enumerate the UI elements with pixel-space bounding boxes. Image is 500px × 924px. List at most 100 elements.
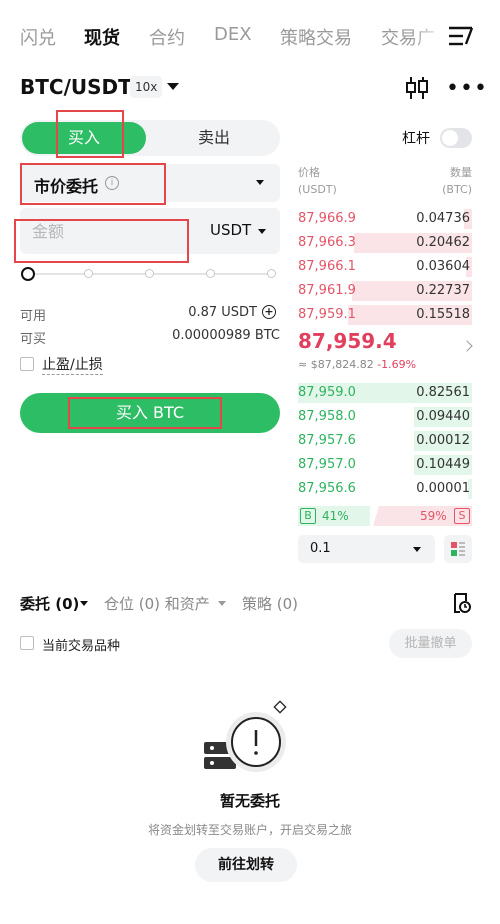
order-type-label: 市价委托 bbox=[34, 177, 99, 196]
margin-label: 杠杆 bbox=[402, 131, 430, 147]
ask-row[interactable]: 87,966.9 0.04736 bbox=[298, 207, 472, 231]
bid-price: 87,958.0 bbox=[298, 409, 356, 424]
ask-qty: 0.22737 bbox=[416, 283, 470, 298]
bid-row[interactable]: 87,958.0 0.09440 bbox=[298, 405, 472, 429]
ask-price: 87,966.1 bbox=[298, 259, 356, 274]
slider-stop-25[interactable] bbox=[84, 269, 93, 278]
last-price: 87,959.4 bbox=[298, 329, 397, 353]
bid-price: 87,957.0 bbox=[298, 457, 356, 472]
ask-qty: 0.03604 bbox=[416, 259, 470, 274]
tab-dex[interactable]: DEX bbox=[214, 24, 252, 45]
bid-qty: 0.09440 bbox=[416, 409, 470, 424]
ask-row[interactable]: 87,961.9 0.22737 bbox=[298, 279, 472, 303]
bid-row[interactable]: 87,956.6 0.00001 bbox=[298, 477, 472, 501]
tab-fade bbox=[410, 14, 450, 54]
tab-futures[interactable]: 合约 bbox=[149, 24, 185, 50]
chevron-down-icon[interactable] bbox=[167, 83, 179, 90]
menu-lines-icon[interactable] bbox=[446, 22, 476, 50]
bid-row[interactable]: 87,959.0 0.82561 bbox=[298, 381, 472, 405]
buy-sell-switch: 买入 卖出 bbox=[20, 120, 280, 156]
ask-row[interactable]: 87,966.3 0.20462 bbox=[298, 231, 472, 255]
amount-unit-select[interactable]: USDT bbox=[210, 221, 251, 239]
price-header-label: 价格 bbox=[298, 166, 320, 179]
ask-price: 87,966.3 bbox=[298, 235, 356, 250]
order-type-select[interactable]: 市价委托 i bbox=[20, 164, 280, 202]
ask-qty: 0.04736 bbox=[416, 211, 470, 226]
candlestick-icon[interactable] bbox=[404, 75, 430, 101]
bid-qty: 0.00001 bbox=[416, 481, 470, 496]
slider-stop-100[interactable] bbox=[267, 269, 276, 278]
current-pair-checkbox[interactable] bbox=[20, 636, 34, 650]
empty-subtitle: 将资金划转至交易账户，开启交易之旅 bbox=[147, 823, 352, 837]
tab-spot[interactable]: 现货 bbox=[84, 24, 120, 50]
tab-positions-assets[interactable]: 仓位 (0) 和资产 bbox=[104, 593, 210, 614]
margin-toggle[interactable] bbox=[440, 128, 472, 148]
leverage-badge: 10x bbox=[130, 76, 163, 98]
buyable-label: 可买 bbox=[20, 332, 47, 347]
transfer-button[interactable]: 前往划转 bbox=[195, 848, 297, 882]
tab-strategy[interactable]: 策略 (0) bbox=[242, 593, 298, 614]
qty-header-unit: (BTC) bbox=[442, 183, 472, 196]
ask-price: 87,961.9 bbox=[298, 283, 356, 298]
bid-qty: 0.82561 bbox=[416, 385, 470, 400]
pair-bar: BTC/USDT 10x ••• bbox=[0, 72, 500, 106]
bid-qty: 0.00012 bbox=[416, 433, 470, 448]
price-header: 价格 (USDT) bbox=[298, 164, 337, 198]
buy-tag: B bbox=[300, 508, 316, 524]
available-value: 0.87 USDT bbox=[188, 305, 257, 320]
plus-circle-icon[interactable]: + bbox=[262, 305, 276, 319]
last-price-usd: ≈ $87,824.82 bbox=[298, 358, 374, 371]
sell-tab[interactable]: 卖出 bbox=[150, 122, 278, 154]
chevron-down-icon[interactable] bbox=[218, 601, 226, 606]
ask-row[interactable]: 87,966.1 0.03604 bbox=[298, 255, 472, 279]
bid-row[interactable]: 87,957.0 0.10449 bbox=[298, 453, 472, 477]
amount-field: USDT bbox=[20, 208, 280, 254]
sell-tag: S bbox=[454, 508, 470, 524]
chevron-down-icon bbox=[413, 547, 421, 552]
slider-stop-75[interactable] bbox=[206, 269, 215, 278]
empty-title: 暂无委托 bbox=[219, 792, 280, 810]
batch-cancel-button[interactable]: 批量撤单 bbox=[389, 629, 472, 658]
orderbook-layout-icon[interactable] bbox=[444, 535, 472, 563]
order-history-icon[interactable] bbox=[451, 592, 471, 614]
ask-price: 87,966.9 bbox=[298, 211, 356, 226]
slider-stop-50[interactable] bbox=[145, 269, 154, 278]
qty-header-label: 数量 bbox=[450, 166, 472, 179]
orders-tabs: 委托 (0) 仓位 (0) 和资产 策略 (0) bbox=[0, 590, 500, 618]
amount-input[interactable] bbox=[32, 218, 182, 244]
buy-sell-ratio: B 41% 59% S bbox=[298, 506, 472, 526]
pair-symbol[interactable]: BTC/USDT bbox=[20, 75, 132, 99]
tpsl-checkbox[interactable] bbox=[20, 357, 34, 371]
bid-price: 87,959.0 bbox=[298, 385, 356, 400]
ask-row[interactable]: 87,959.1 0.15518 bbox=[298, 303, 472, 327]
tab-flash-swap[interactable]: 闪兑 bbox=[20, 24, 56, 50]
chevron-right-icon[interactable] bbox=[461, 340, 473, 352]
more-icon[interactable]: ••• bbox=[446, 78, 488, 100]
last-price-sub: ≈ $87,824.82 -1.69% bbox=[298, 358, 416, 371]
amount-slider[interactable] bbox=[20, 266, 280, 282]
ask-qty: 0.20462 bbox=[416, 235, 470, 250]
buy-tab[interactable]: 买入 bbox=[22, 122, 146, 154]
buy-ratio: 41% bbox=[322, 509, 349, 523]
chevron-down-icon[interactable] bbox=[80, 601, 88, 606]
slider-knob[interactable] bbox=[21, 267, 35, 281]
empty-orders-illustration bbox=[204, 700, 287, 772]
chevron-down-icon[interactable] bbox=[258, 229, 266, 234]
bid-price: 87,957.6 bbox=[298, 433, 356, 448]
info-icon[interactable]: i bbox=[105, 176, 119, 190]
current-pair-label[interactable]: 当前交易品种 bbox=[42, 635, 120, 654]
available-label: 可用 bbox=[20, 309, 47, 324]
tab-orders[interactable]: 委托 (0) bbox=[20, 593, 79, 614]
tab-strategy-trading[interactable]: 策略交易 bbox=[280, 24, 352, 50]
buy-btc-button[interactable]: 买入 BTC bbox=[20, 393, 280, 433]
tpsl-label[interactable]: 止盈/止损 bbox=[42, 354, 103, 375]
bid-row[interactable]: 87,957.6 0.00012 bbox=[298, 429, 472, 453]
sell-ratio: 59% bbox=[420, 509, 447, 523]
bid-price: 87,956.6 bbox=[298, 481, 356, 496]
chevron-down-icon bbox=[256, 180, 264, 185]
depth-select[interactable]: 0.1 bbox=[298, 535, 435, 563]
price-header-unit: (USDT) bbox=[298, 183, 337, 196]
top-nav: 闪兑 现货 合约 DEX 策略交易 交易广 bbox=[0, 0, 500, 70]
price-change: -1.69% bbox=[377, 358, 417, 371]
bid-qty: 0.10449 bbox=[416, 457, 470, 472]
